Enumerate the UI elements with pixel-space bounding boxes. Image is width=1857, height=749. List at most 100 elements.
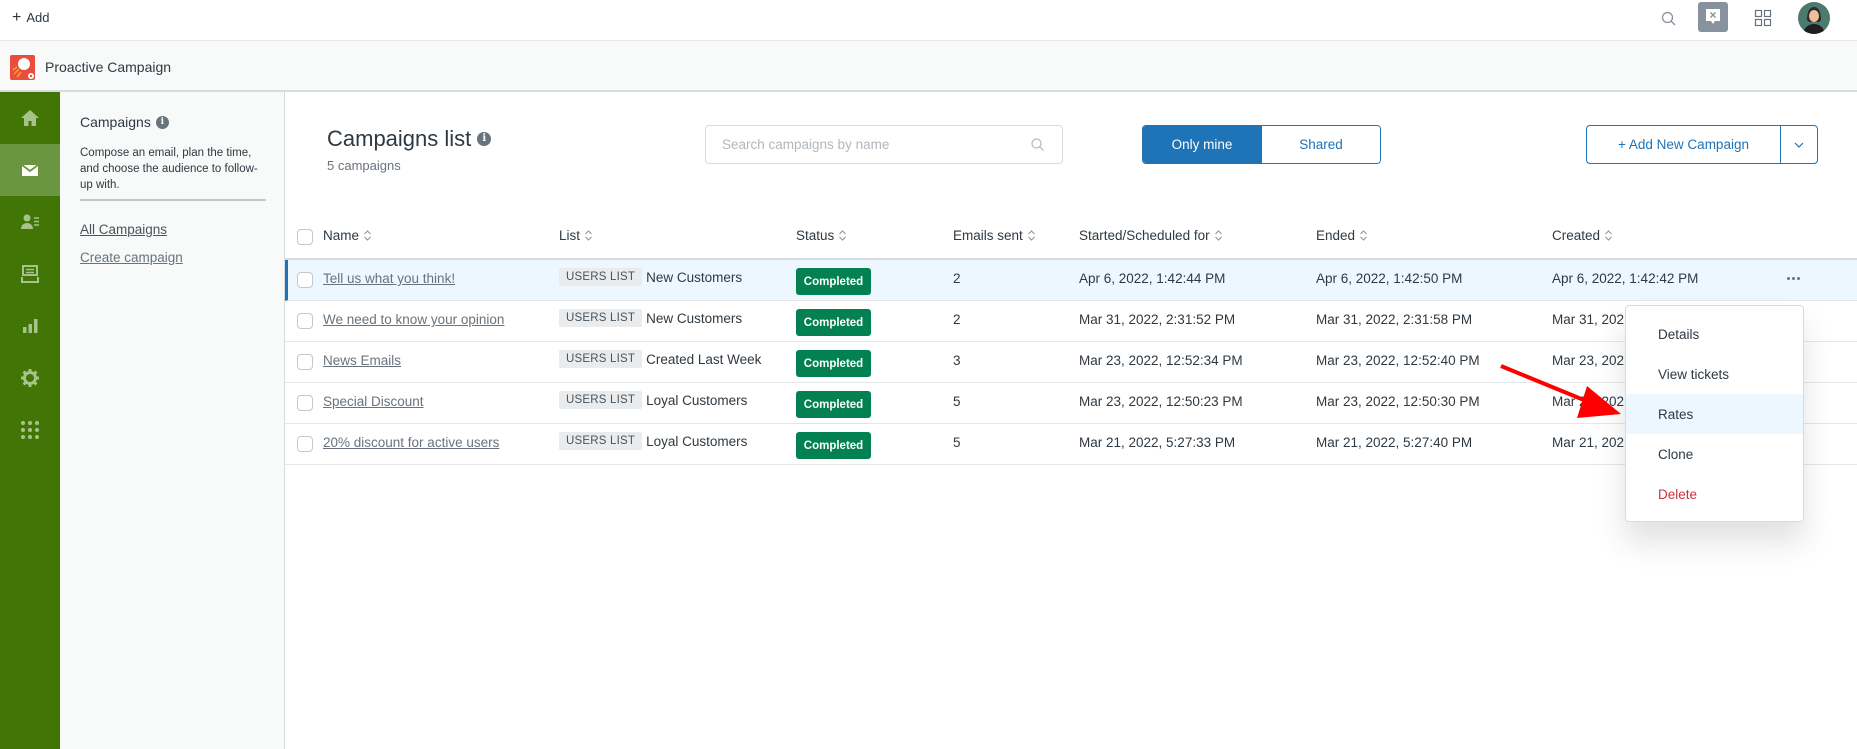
ended-cell: Mar 21, 2022, 5:27:40 PM xyxy=(1316,435,1473,450)
table-row[interactable]: Tell us what you think! USERS LIST New C… xyxy=(285,260,1857,301)
nav-reports[interactable] xyxy=(0,300,60,352)
column-header-emails-sent[interactable]: Emails sent xyxy=(953,228,1036,243)
add-campaign-menu-button[interactable] xyxy=(1780,126,1817,163)
list-type-tag: USERS LIST xyxy=(559,268,643,286)
list-cell: USERS LIST New Customers xyxy=(559,309,742,327)
menu-item-view-tickets[interactable]: View tickets xyxy=(1626,354,1803,394)
reports-icon xyxy=(23,319,38,333)
chat-close-icon[interactable] xyxy=(1698,2,1728,32)
column-header-started[interactable]: Started/Scheduled for xyxy=(1079,228,1223,243)
nav-inbox[interactable] xyxy=(0,248,60,300)
select-all-checkbox[interactable] xyxy=(297,229,313,245)
menu-item-rates[interactable]: Rates xyxy=(1626,394,1803,434)
home-icon xyxy=(21,110,39,126)
filter-shared[interactable]: Shared xyxy=(1261,126,1380,163)
nav-home[interactable] xyxy=(0,92,60,144)
row-actions-more-icon[interactable] xyxy=(1781,268,1805,288)
add-new-campaign-button[interactable]: + Add New Campaign xyxy=(1587,126,1780,163)
search-icon[interactable] xyxy=(1660,10,1678,28)
campaign-name-link[interactable]: Special Discount xyxy=(323,394,424,409)
sort-icon xyxy=(839,230,847,241)
sort-icon xyxy=(1360,230,1367,241)
module-title: Proactive Campaign xyxy=(45,59,172,75)
campaign-count: 5 campaigns xyxy=(327,158,401,173)
list-cell: USERS LIST Loyal Customers xyxy=(559,391,747,409)
ownership-filter: Only mine Shared xyxy=(1142,125,1381,164)
campaign-name-link[interactable]: Tell us what you think! xyxy=(323,271,455,286)
list-cell: USERS LIST Loyal Customers xyxy=(559,432,747,450)
plus-icon: + xyxy=(12,8,22,26)
list-name: New Customers xyxy=(646,269,743,285)
created-cell: Mar 21, 202 xyxy=(1552,435,1625,450)
list-name: Loyal Customers xyxy=(646,433,748,449)
info-icon[interactable]: i xyxy=(477,132,492,146)
info-icon[interactable]: i xyxy=(155,115,169,129)
column-header-status[interactable]: Status xyxy=(796,228,847,243)
add-button[interactable]: + Add xyxy=(12,8,50,26)
product-grid-icon[interactable] xyxy=(1754,9,1772,27)
settings-icon xyxy=(21,369,39,387)
column-header-ended[interactable]: Ended xyxy=(1316,228,1368,243)
column-label: Name xyxy=(323,228,360,243)
row-checkbox[interactable] xyxy=(297,436,313,452)
menu-item-details[interactable]: Details xyxy=(1626,314,1803,354)
ended-cell: Mar 23, 2022, 12:52:40 PM xyxy=(1316,353,1480,368)
sub-nav: Campaigns i Compose an email, plan the t… xyxy=(60,92,285,749)
created-cell: Mar 23, 202 xyxy=(1552,353,1625,368)
status-badge: Completed xyxy=(796,391,871,418)
table-row[interactable]: 20% discount for active users USERS LIST… xyxy=(285,424,1857,465)
subnav-title-text: Campaigns xyxy=(80,114,151,130)
list-name: Created Last Week xyxy=(646,351,762,367)
top-bar: + Add xyxy=(0,0,1857,41)
emails-sent-cell: 2 xyxy=(953,312,961,327)
row-checkbox[interactable] xyxy=(297,272,313,288)
subnav-title: Campaigns i xyxy=(80,114,169,130)
filter-only-mine[interactable]: Only mine xyxy=(1143,126,1261,163)
menu-item-delete[interactable]: Delete xyxy=(1626,474,1803,514)
campaign-name-link[interactable]: News Emails xyxy=(323,353,401,368)
sort-icon xyxy=(585,230,592,241)
subnav-link-all-campaigns[interactable]: All Campaigns xyxy=(80,222,167,237)
emails-sent-cell: 2 xyxy=(953,271,961,286)
started-cell: Mar 23, 2022, 12:50:23 PM xyxy=(1079,394,1243,409)
column-label: Created xyxy=(1552,228,1601,243)
apps-icon xyxy=(21,421,39,439)
emails-sent-cell: 5 xyxy=(953,435,961,450)
subnav-description: Compose an email, plan the time, and cho… xyxy=(80,147,258,191)
campaign-name-link[interactable]: 20% discount for active users xyxy=(323,435,499,450)
table-row[interactable]: We need to know your opinion USERS LIST … xyxy=(285,301,1857,342)
inbox-icon xyxy=(21,265,39,283)
table-row[interactable]: Special Discount USERS LIST Loyal Custom… xyxy=(285,383,1857,424)
avatar[interactable] xyxy=(1798,2,1830,34)
list-name: New Customers xyxy=(646,310,743,326)
row-checkbox[interactable] xyxy=(297,354,313,370)
column-header-created[interactable]: Created xyxy=(1552,228,1613,243)
nav-campaigns[interactable] xyxy=(0,144,60,196)
add-new-campaign-split-button: + Add New Campaign xyxy=(1586,125,1818,164)
list-name: Loyal Customers xyxy=(646,392,748,408)
nav-contacts[interactable] xyxy=(0,196,60,248)
emails-sent-cell: 5 xyxy=(953,394,961,409)
nav-apps[interactable] xyxy=(0,404,60,456)
menu-item-clone[interactable]: Clone xyxy=(1626,434,1803,474)
campaign-name-link[interactable]: We need to know your opinion xyxy=(323,312,504,327)
contacts-icon xyxy=(21,214,39,229)
column-label: Ended xyxy=(1316,228,1356,243)
sort-icon xyxy=(1027,230,1035,241)
row-checkbox[interactable] xyxy=(297,313,313,329)
subnav-link-create-campaign[interactable]: Create campaign xyxy=(80,250,183,265)
search-input[interactable] xyxy=(706,126,1006,163)
column-header-list[interactable]: List xyxy=(559,228,593,243)
page-title-text: Campaigns list xyxy=(327,126,472,151)
module-header: Proactive Campaign xyxy=(0,41,1857,92)
main-content: Campaigns list i 5 campaigns Only mine S… xyxy=(285,92,1857,749)
column-header-name[interactable]: Name xyxy=(323,228,372,243)
nav-settings[interactable] xyxy=(0,352,60,404)
sort-icon xyxy=(364,230,371,241)
mail-icon xyxy=(21,164,39,176)
search-campaigns[interactable] xyxy=(705,125,1063,164)
row-checkbox[interactable] xyxy=(297,395,313,411)
list-type-tag: USERS LIST xyxy=(559,309,643,327)
table-row[interactable]: News Emails USERS LIST Created Last Week… xyxy=(285,342,1857,383)
add-button-label: Add xyxy=(26,10,50,25)
